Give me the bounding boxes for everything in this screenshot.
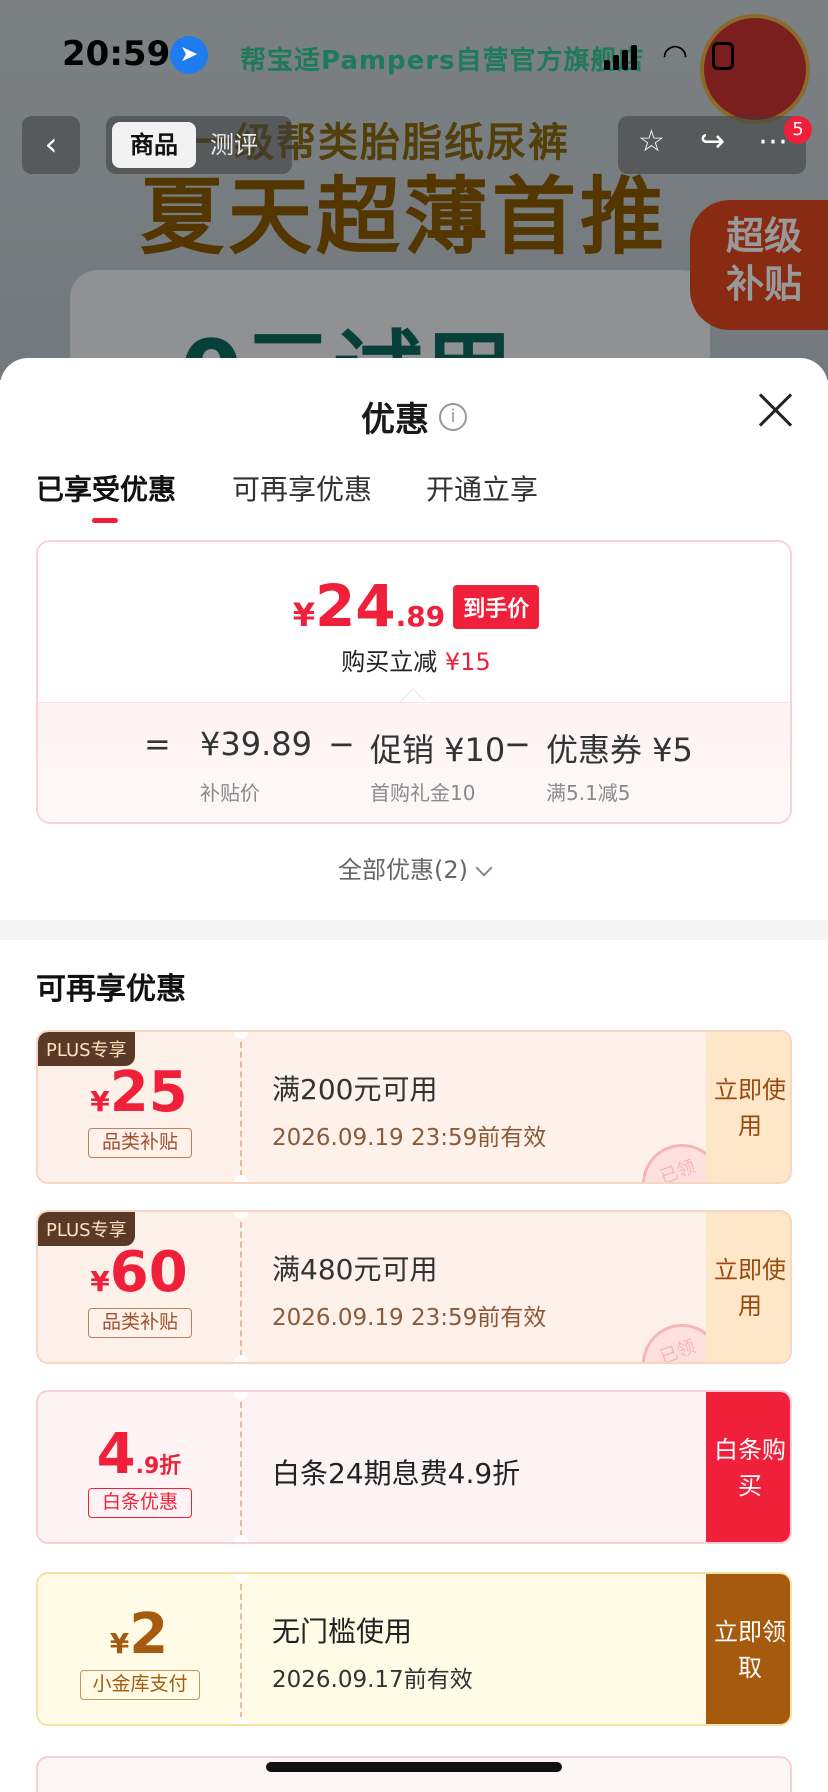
instant-saving: 购买立减 ¥15: [38, 642, 790, 677]
final-price: ¥24.89 到手价: [38, 572, 790, 640]
nav-tabs: 商品 测评: [106, 116, 292, 174]
coupon-details: 无门槛使用 2026.09.17前有效: [242, 1574, 712, 1724]
chevron-down-icon: [475, 859, 493, 877]
battery-icon: [712, 42, 734, 70]
favorite-star-icon[interactable]: ☆: [638, 124, 665, 159]
coupon-card: 4.9折 白条优惠 白条24期息费4.9折 白条购买: [36, 1390, 792, 1544]
coupon-currency: ¥: [109, 1627, 130, 1660]
cart-count-badge: 5: [784, 116, 812, 144]
final-price-tag: 到手价: [453, 585, 540, 629]
coupon-category: 品类补贴: [88, 1308, 192, 1338]
coupon-value-area: 4.9折 白条优惠: [38, 1392, 240, 1542]
use-now-button[interactable]: 立即使用: [706, 1032, 790, 1182]
price-decimal: .89: [395, 600, 446, 633]
coupon-validity: 2026.09.19 23:59前有效: [272, 1125, 547, 1151]
home-indicator: [266, 1762, 562, 1772]
nav-actions: ☆ ↪ ⋯: [618, 116, 806, 174]
claim-now-button[interactable]: 立即领取: [706, 1574, 790, 1724]
coupon-currency: ¥: [90, 1085, 110, 1118]
wifi-icon: ◠: [662, 38, 689, 73]
section-title: 可再享优惠: [36, 972, 186, 1007]
formula-coupon-label: 满5.1减5: [546, 781, 631, 805]
info-icon[interactable]: i: [439, 402, 467, 431]
formula-base-label: 补贴价: [200, 781, 260, 805]
status-time: 20:59: [62, 34, 171, 74]
coupon-amount-value: 2: [129, 1602, 169, 1667]
formula-promo-label: 首购礼金10: [370, 781, 476, 805]
coupon-category: 白条优惠: [88, 1488, 192, 1518]
coupon-card: PLUS专享 ¥60 品类补贴 满480元可用 2026.09.19 23:59…: [36, 1210, 792, 1364]
coupon-amount-value: 4: [96, 1422, 136, 1487]
formula-minus-1: −: [328, 725, 355, 763]
share-icon[interactable]: ↪: [700, 124, 725, 159]
coupon-condition: 满200元可用: [272, 1073, 438, 1106]
final-price-card: ¥24.89 到手价 购买立减 ¥15 = ¥39.89 补贴价 − 促销 ¥10…: [36, 540, 792, 824]
tab-goods[interactable]: 商品: [112, 122, 196, 168]
coupon-card: ¥2 小金库支付 无门槛使用 2026.09.17前有效 立即领取: [36, 1572, 792, 1726]
coupon-currency: ¥: [90, 1265, 110, 1298]
saving-value: ¥15: [444, 648, 491, 676]
coupon-condition: 无门槛使用: [272, 1615, 413, 1648]
coupon-category: 小金库支付: [80, 1670, 200, 1700]
coupon-value-area: PLUS专享 ¥60 品类补贴: [38, 1212, 240, 1362]
all-discounts-label: 全部优惠(2): [338, 856, 468, 884]
coupon-condition: 白条24期息费4.9折: [272, 1457, 521, 1490]
price-formula: = ¥39.89 补贴价 − 促销 ¥10 首购礼金10 − 优惠券 ¥5 满5…: [38, 702, 790, 822]
coupon-amount-suffix: .9折: [135, 1454, 182, 1479]
store-name: 帮宝适Pampers自营官方旗舰店: [240, 46, 645, 76]
location-arrow-icon: ➤: [170, 36, 208, 74]
use-now-button[interactable]: 立即使用: [706, 1212, 790, 1362]
formula-minus-2: −: [504, 725, 531, 763]
coupon-value-area: PLUS专享 ¥25 品类补贴: [38, 1032, 240, 1182]
sheet-title: 优惠 i: [0, 392, 828, 441]
coupon-details: 满200元可用 2026.09.19 23:59前有效 已领: [242, 1032, 734, 1182]
back-button[interactable]: ‹: [22, 116, 80, 174]
coupon-amount: ¥60: [38, 1240, 240, 1305]
formula-equals: =: [144, 725, 171, 763]
tab-enjoyed[interactable]: 已享受优惠: [36, 468, 176, 508]
coupon-validity: 2026.09.19 23:59前有效: [272, 1305, 547, 1331]
discount-sheet: 优惠 i 已享受优惠 可再享优惠 开通立享 ¥24.89 到手价 购买立减 ¥15 …: [0, 358, 828, 1792]
formula-base-value: ¥39.89: [200, 725, 312, 763]
coupon-value-area: ¥2 小金库支付: [38, 1574, 240, 1724]
tab-review[interactable]: 测评: [210, 122, 258, 168]
discount-tabs: 已享受优惠 可再享优惠 开通立享: [36, 468, 796, 528]
coupon-amount-value: 25: [109, 1060, 188, 1125]
coupon-details: 白条24期息费4.9折: [242, 1392, 712, 1542]
formula-coupon-value: 优惠券 ¥5: [546, 731, 693, 769]
price-currency: ¥: [292, 596, 315, 634]
coupon-category: 品类补贴: [88, 1128, 192, 1158]
tab-more-available[interactable]: 可再享优惠: [232, 468, 372, 508]
formula-promo-value: 促销 ¥10: [370, 731, 506, 769]
coupon-condition: 满480元可用: [272, 1253, 438, 1286]
coupon-details: 满480元可用 2026.09.19 23:59前有效 已领: [242, 1212, 734, 1362]
status-bar: 20:59 ➤ 帮宝适Pampers自营官方旗舰店 ◠: [0, 0, 828, 100]
coupon-amount: ¥2: [38, 1602, 240, 1667]
baitiao-buy-button[interactable]: 白条购买: [706, 1392, 790, 1542]
price-integer: 24: [314, 572, 396, 640]
coupon-card: PLUS专享 ¥25 品类补贴 满200元可用 2026.09.19 23:59…: [36, 1030, 792, 1184]
close-button[interactable]: [758, 392, 794, 428]
coupon-amount: ¥25: [38, 1060, 240, 1125]
cellular-signal-icon: [604, 44, 640, 70]
coupon-validity: 2026.09.17前有效: [272, 1667, 473, 1693]
coupon-amount: 4.9折: [38, 1422, 240, 1487]
sheet-title-text: 优惠: [361, 400, 429, 440]
all-discounts-toggle[interactable]: 全部优惠(2): [0, 850, 828, 885]
active-tab-indicator: [92, 518, 118, 523]
tab-activate[interactable]: 开通立享: [426, 468, 538, 508]
coupon-amount-value: 60: [109, 1240, 188, 1305]
saving-label: 购买立减: [341, 648, 438, 676]
section-divider: [0, 920, 828, 940]
